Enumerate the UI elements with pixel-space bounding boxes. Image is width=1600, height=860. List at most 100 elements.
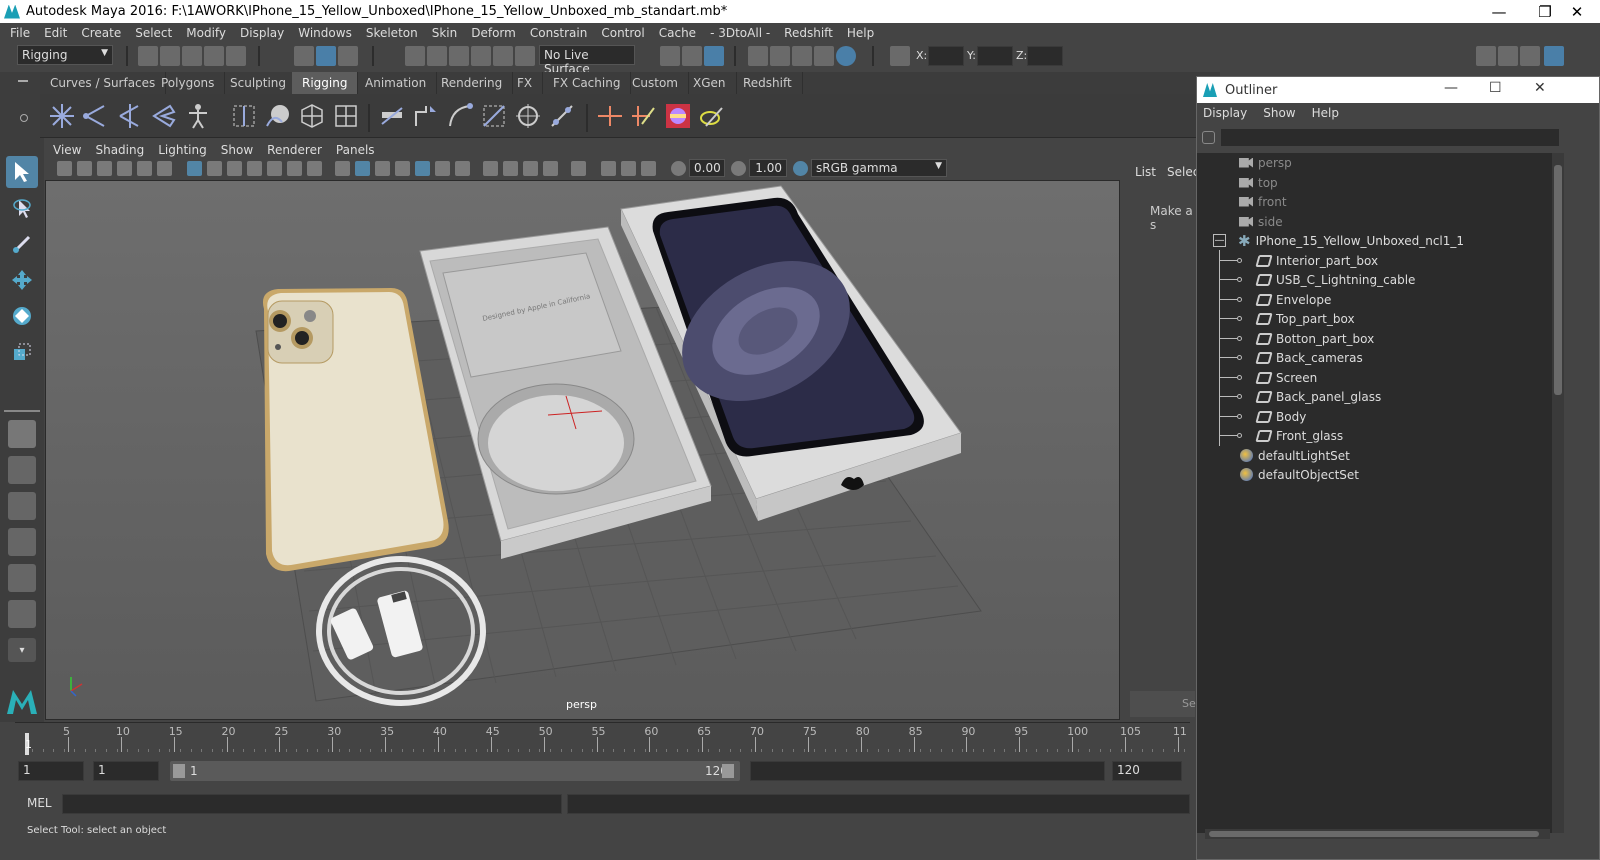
color-management-icon[interactable] [793,161,808,176]
live-surface-field[interactable]: No Live Surface [539,45,635,76]
snap-point-icon[interactable] [449,46,469,66]
menu-deform[interactable]: Deform [471,26,516,40]
outliner-item-back-panel-glass[interactable]: Back_panel_glass [1219,387,1381,406]
x-field[interactable] [928,46,964,66]
tab-rigging[interactable]: Rigging [292,72,359,94]
outliner-minimize-button[interactable]: — [1444,80,1458,96]
use-all-lights-icon[interactable] [415,161,430,176]
tab-animation[interactable]: Animation [355,72,438,94]
joint-tool-icon[interactable] [48,102,76,130]
menu-file[interactable]: File [10,26,30,40]
range-start-handle[interactable] [173,764,185,778]
xray-components-icon[interactable] [621,161,636,176]
time-slider[interactable]: 1 5 10 15 20 25 30 35 40 45 50 55 60 65 70 75 80 85 90 95 1… [15,722,1190,755]
tab-xgen[interactable]: XGen [683,72,737,94]
tab-custom[interactable]: Custom [622,72,689,94]
outliner-item-group[interactable]: — ✱ IPhone_15_Yellow_Unboxed_ncl1_1 [1213,231,1464,250]
render-view-icon[interactable] [748,46,768,66]
outliner-menu-help[interactable]: Help [1312,106,1339,120]
menu-skeleton[interactable]: Skeleton [366,26,418,40]
isolate-select-icon[interactable] [543,161,558,176]
smooth-bind-icon[interactable] [264,102,292,130]
new-scene-icon[interactable] [138,46,158,66]
redo-icon[interactable] [226,46,246,66]
persp-outliner-layout-icon[interactable] [8,492,36,520]
outliner-item-screen[interactable]: Screen [1219,368,1317,387]
menu-skin[interactable]: Skin [432,26,458,40]
render-frame-icon[interactable] [770,46,790,66]
wireframe-icon[interactable] [335,161,350,176]
menu-windows[interactable]: Windows [298,26,352,40]
snap-curve-icon[interactable] [427,46,447,66]
ipr-render-icon[interactable] [792,46,812,66]
select-hierarchy-icon[interactable] [294,46,314,66]
shelf-options-icon[interactable] [20,114,28,122]
outliner-horizontal-scrollbar[interactable] [1205,829,1550,839]
outliner-search-field[interactable] [1221,129,1559,146]
channel-button[interactable]: Se [1130,691,1196,717]
motion-blur-icon[interactable] [483,161,498,176]
save-scene-icon[interactable] [182,46,202,66]
2d-pan-zoom-icon[interactable] [137,161,152,176]
select-tool-button[interactable] [6,156,38,188]
vp-menu-panels[interactable]: Panels [336,143,375,157]
undo-icon[interactable] [204,46,224,66]
ambient-occlusion-icon[interactable] [455,161,470,176]
field-chart-icon[interactable] [267,161,282,176]
vp-menu-view[interactable]: View [53,143,81,157]
menu-create[interactable]: Create [81,26,121,40]
scale-tool-button[interactable] [6,336,38,368]
mirror-joint-icon[interactable] [116,102,144,130]
output-ops-icon[interactable] [682,46,702,66]
outliner-item-top[interactable]: top [1239,173,1278,192]
vp-menu-renderer[interactable]: Renderer [267,143,322,157]
modeling-toolkit-icon[interactable] [1476,46,1496,66]
render-settings-icon[interactable] [814,46,834,66]
persp-uv-layout-icon[interactable] [8,600,36,628]
filter-icon[interactable] [1202,131,1215,144]
tab-redshift[interactable]: Redshift [733,72,803,94]
menu-help[interactable]: Help [847,26,874,40]
outliner-item-front[interactable]: front [1239,192,1287,211]
start-time-field[interactable]: 1 [18,761,84,781]
open-scene-icon[interactable] [160,46,180,66]
channel-list-tab[interactable]: List [1135,165,1156,179]
camera-attributes-icon[interactable] [77,161,92,176]
point-constraint-icon[interactable] [480,102,508,130]
select-component-icon[interactable] [338,46,358,66]
paint-weights-icon[interactable] [698,102,726,130]
outliner-item-back-cameras[interactable]: Back_cameras [1219,348,1363,367]
outliner-item-default-object-set[interactable]: defaultObjectSet [1240,465,1359,484]
xray-icon[interactable] [571,161,586,176]
tab-fx-caching[interactable]: FX Caching [543,72,632,94]
snap-grid-icon[interactable] [405,46,425,66]
snap-surface-icon[interactable] [493,46,513,66]
transform-mode-icon[interactable] [890,46,910,66]
cluster-icon[interactable] [332,102,360,130]
quick-rig-icon[interactable] [630,102,658,130]
scrollbar-thumb[interactable] [1209,831,1539,837]
menu-redshift[interactable]: Redshift [784,26,833,40]
multisample-icon[interactable] [503,161,518,176]
menu-select[interactable]: Select [135,26,172,40]
locator-icon[interactable] [596,102,624,130]
paint-select-button[interactable] [6,228,38,260]
depth-of-field-icon[interactable] [523,161,538,176]
channel-box-icon[interactable] [1544,46,1564,66]
z-field[interactable] [1027,46,1063,66]
xray-joints-icon[interactable] [601,161,616,176]
ik-spline-icon[interactable] [412,102,440,130]
outliner-item-body[interactable]: Body [1219,407,1306,426]
orient-joint-icon[interactable] [150,102,178,130]
insert-joint-icon[interactable] [82,102,110,130]
close-button[interactable]: ✕ [1554,0,1600,23]
hypershade-icon[interactable] [836,46,856,66]
menu-control[interactable]: Control [601,26,644,40]
playback-start-field[interactable]: 1 [93,761,159,781]
range-end-handle[interactable] [722,764,734,778]
input-ops-icon[interactable] [660,46,680,66]
tab-sculpting[interactable]: Sculpting [220,72,298,94]
pole-vector-icon[interactable] [548,102,576,130]
mel-input[interactable] [62,794,562,814]
select-object-icon[interactable] [316,46,336,66]
